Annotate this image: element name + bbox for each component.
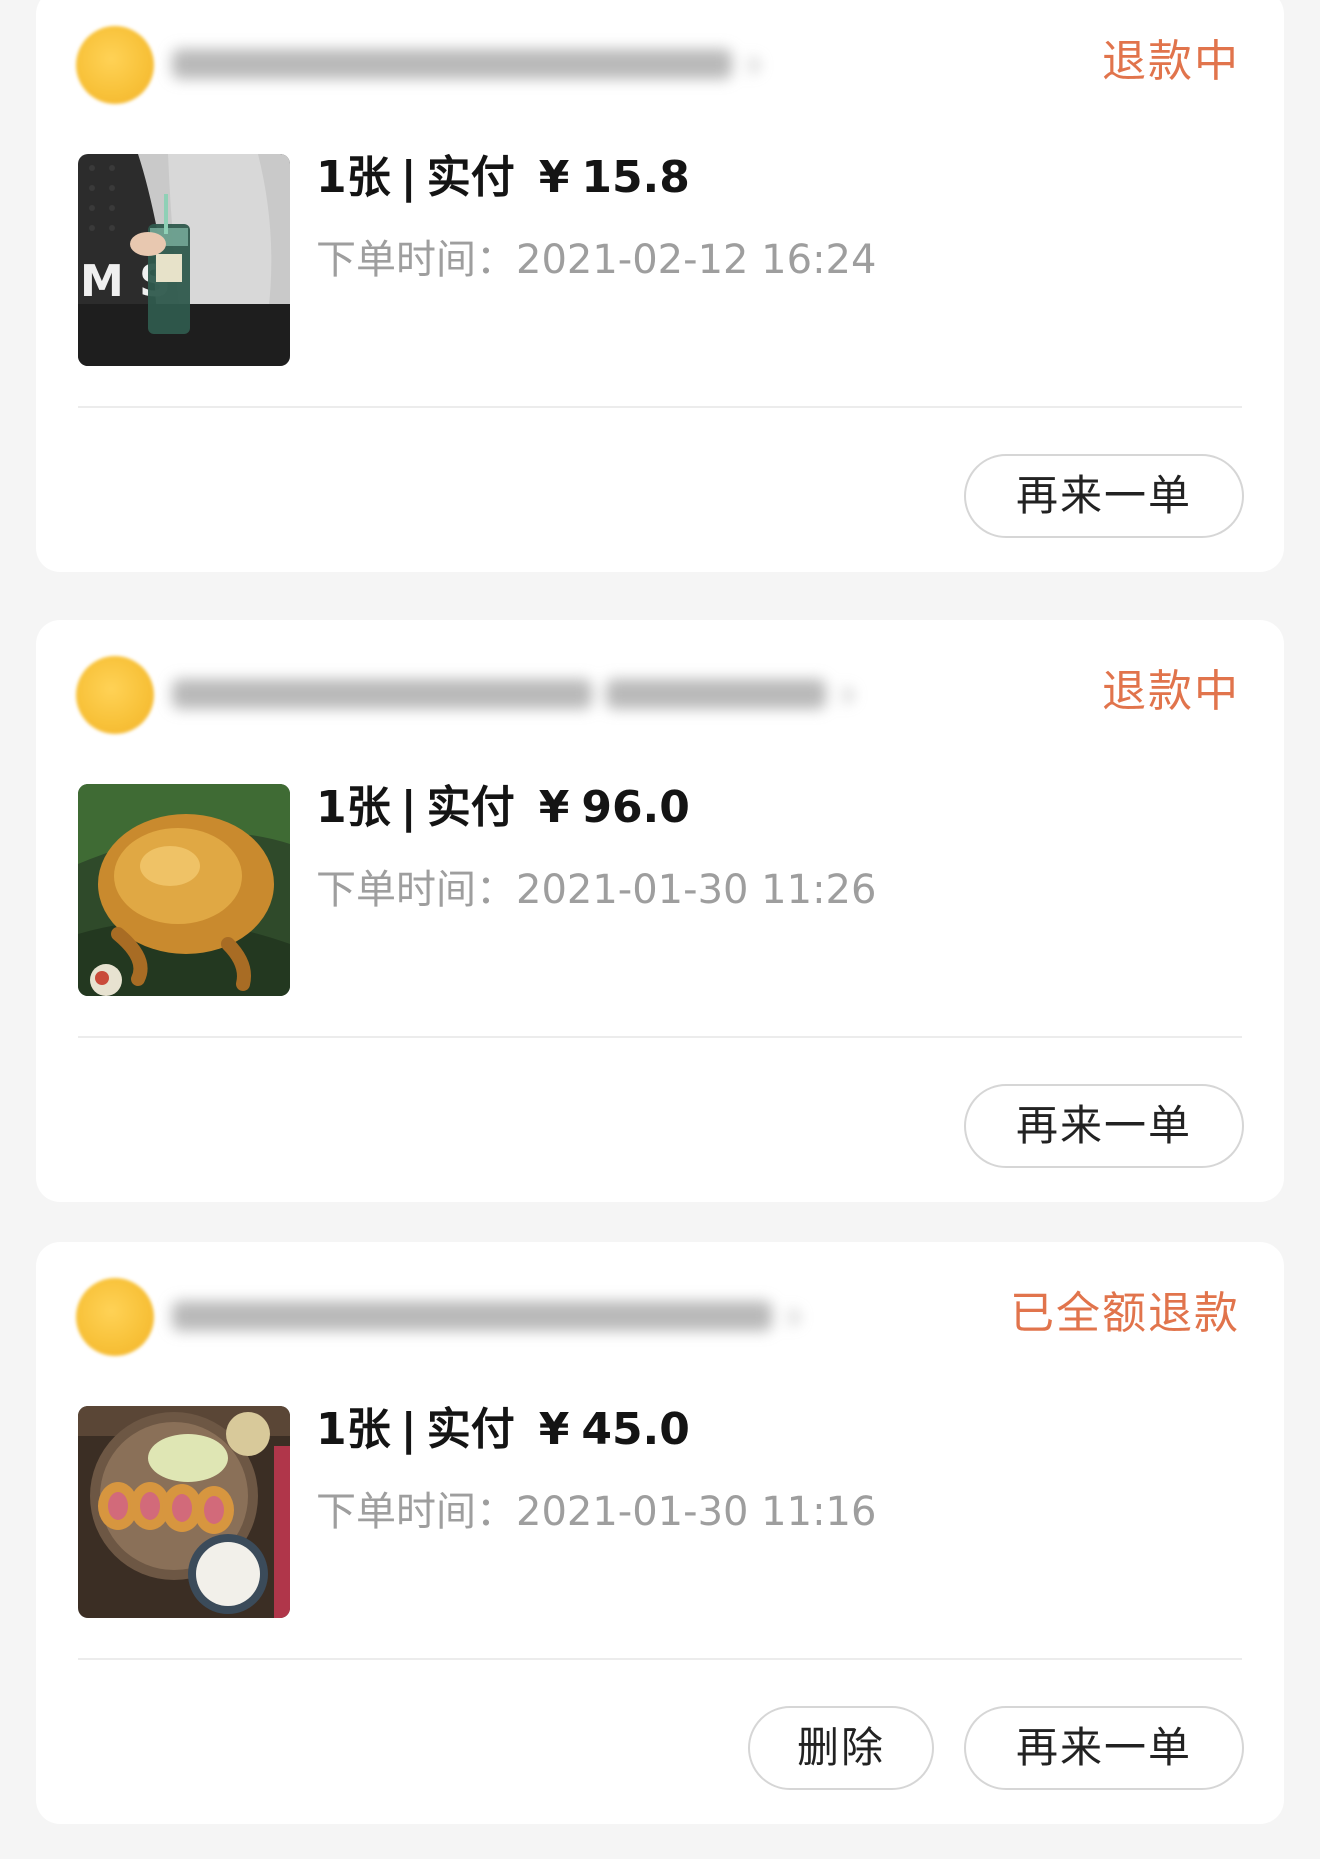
paid-amount: 96.0 xyxy=(581,782,690,833)
order-status: 退款中 xyxy=(1102,666,1240,717)
shop-avatar[interactable] xyxy=(76,1278,154,1356)
quantity: 1张 xyxy=(316,152,391,203)
order-time: 下单时间：2021-01-30 11:16 xyxy=(316,1486,876,1538)
order-time: 下单时间：2021-02-12 16:24 xyxy=(316,234,876,286)
order-time-value: 2021-02-12 16:24 xyxy=(516,237,877,283)
order-summary: 1张 | 实付 ¥96.0 xyxy=(316,780,690,836)
divider xyxy=(78,1658,1242,1660)
reorder-button[interactable]: 再来一单 xyxy=(964,454,1244,538)
shop-avatar[interactable] xyxy=(76,656,154,734)
order-card[interactable]: › 退款中 1张 | 实付 ¥96.0 下单时间：2021-01-30 11:26 再… xyxy=(36,620,1284,1202)
quantity: 1张 xyxy=(316,1404,391,1455)
product-image-drink[interactable]: M S xyxy=(78,154,290,366)
order-time-value: 2021-01-30 11:16 xyxy=(516,1489,877,1535)
paid-label: 实付 xyxy=(426,152,515,203)
separator: | xyxy=(400,782,417,833)
order-status: 退款中 xyxy=(1102,36,1240,87)
divider xyxy=(78,406,1242,408)
divider xyxy=(78,1036,1242,1038)
separator: | xyxy=(400,1404,417,1455)
reorder-button[interactable]: 再来一单 xyxy=(964,1706,1244,1790)
chevron-right-icon: › xyxy=(840,671,856,717)
order-summary: 1张 | 实付 ¥45.0 xyxy=(316,1402,690,1458)
reorder-button[interactable]: 再来一单 xyxy=(964,1084,1244,1168)
product-image-roast-chicken[interactable] xyxy=(78,784,290,996)
shop-name-blurred[interactable]: › xyxy=(172,40,872,88)
paid-label: 实付 xyxy=(426,782,515,833)
order-summary: 1张 | 实付 ¥15.8 xyxy=(316,150,690,206)
shop-avatar[interactable] xyxy=(76,26,154,104)
shop-name-blurred[interactable]: › xyxy=(172,1292,872,1340)
order-time: 下单时间：2021-01-30 11:26 xyxy=(316,864,876,916)
chevron-right-icon: › xyxy=(746,41,762,87)
order-time-value: 2021-01-30 11:26 xyxy=(516,867,877,913)
separator: | xyxy=(400,152,417,203)
currency-symbol: ¥ xyxy=(538,152,570,203)
paid-amount: 45.0 xyxy=(581,1404,690,1455)
paid-amount: 15.8 xyxy=(581,152,690,203)
order-list: › 退款中 M S 1张 | 实付 ¥15.8 下单时间：2021-02-12 … xyxy=(0,0,1320,1859)
shop-name-blurred[interactable]: › xyxy=(172,670,872,718)
order-time-label: 下单时间： xyxy=(316,1489,516,1535)
order-time-label: 下单时间： xyxy=(316,867,516,913)
order-time-label: 下单时间： xyxy=(316,237,516,283)
paid-label: 实付 xyxy=(426,1404,515,1455)
currency-symbol: ¥ xyxy=(538,1404,570,1455)
chevron-right-icon: › xyxy=(786,1293,802,1339)
quantity: 1张 xyxy=(316,782,391,833)
delete-button[interactable]: 删除 xyxy=(748,1706,934,1790)
order-card[interactable]: › 已全额退款 1张 | 实付 ¥ 45.0 下单时间：2021-01-30 1… xyxy=(36,1242,1284,1824)
product-image-tonkatsu-set[interactable] xyxy=(78,1406,290,1618)
order-card[interactable]: › 退款中 M S 1张 | 实付 ¥15.8 下单时间：2021-02-12 … xyxy=(36,0,1284,572)
currency-symbol: ¥ xyxy=(538,782,570,833)
order-status: 已全额退款 xyxy=(1010,1288,1240,1339)
